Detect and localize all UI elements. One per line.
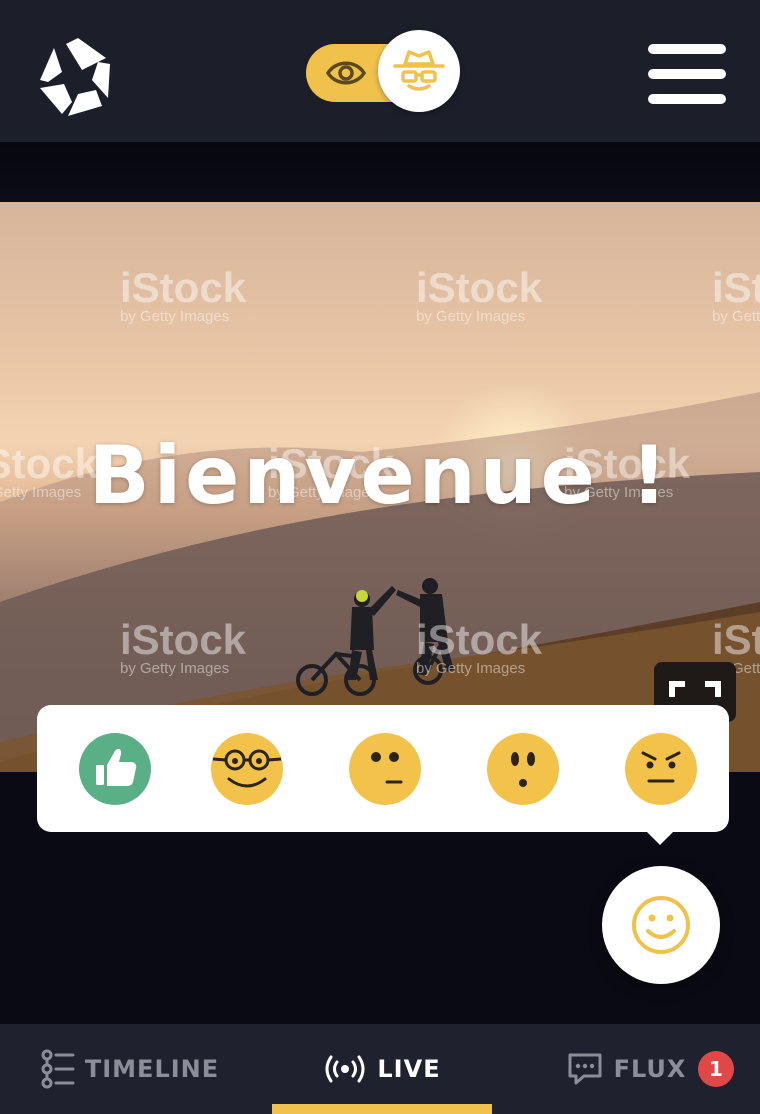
watermark-sub: by Getty Images <box>416 660 526 677</box>
top-bar <box>0 0 760 142</box>
watermark: iStock by Getty Images <box>120 619 246 678</box>
watermark-sub: by Getty Images <box>712 308 760 325</box>
watermark: iStock by Getty Images <box>416 267 542 326</box>
reaction-fab-button[interactable] <box>602 866 720 984</box>
watermark-brand: iStock <box>416 616 543 663</box>
watermark-sub: by Getty Images <box>416 308 526 325</box>
annoyed-face-icon[interactable] <box>625 733 697 805</box>
live-broadcast-icon <box>325 1055 365 1083</box>
toggle-knob[interactable] <box>378 30 460 112</box>
watermark-sub: by Getty Images <box>120 660 230 677</box>
tab-live-label: LIVE <box>377 1055 441 1083</box>
tab-timeline[interactable]: TIMELINE <box>30 1024 230 1114</box>
welcome-headline: Bienvenue ! <box>88 429 672 522</box>
tab-flux[interactable]: FLUX 1 <box>540 1024 760 1114</box>
tab-live[interactable]: LIVE <box>272 1024 492 1114</box>
active-tab-indicator <box>272 1104 492 1114</box>
watermark-brand: iStock <box>712 616 760 663</box>
nerd-face-icon[interactable] <box>211 733 283 805</box>
popup-tail <box>646 831 674 845</box>
watermark-brand: iStock <box>712 264 760 311</box>
surprised-face-icon[interactable] <box>487 733 559 805</box>
watermark-brand: iStock <box>120 616 247 663</box>
watermark-brand: iStock <box>416 264 543 311</box>
bottom-tab-bar: TIMELINE LIVE FLUX 1 <box>0 1024 760 1114</box>
thumbs-up-icon[interactable] <box>79 733 151 805</box>
camera-aperture-logo-icon[interactable] <box>36 36 120 120</box>
skeptical-face-icon[interactable] <box>349 733 421 805</box>
watermark: iStock by Getty Images <box>712 267 760 326</box>
watermark: iStock by Getty Images <box>416 619 542 678</box>
timeline-list-icon <box>41 1049 75 1089</box>
watermark: iStock by Getty Images <box>120 267 246 326</box>
tab-flux-label: FLUX <box>613 1055 687 1083</box>
watermark-brand: iStock <box>120 264 247 311</box>
watermark-sub: by Getty Images <box>120 308 230 325</box>
smiley-icon <box>632 896 690 954</box>
chat-bubble-icon <box>568 1053 602 1085</box>
notification-badge: 1 <box>698 1051 735 1087</box>
tab-timeline-label: TIMELINE <box>84 1055 220 1083</box>
hamburger-menu-icon[interactable] <box>648 44 726 104</box>
spacer-band <box>0 142 760 202</box>
eye-icon <box>326 61 366 85</box>
incognito-spy-icon <box>393 50 445 91</box>
reactions-popup <box>37 705 729 845</box>
